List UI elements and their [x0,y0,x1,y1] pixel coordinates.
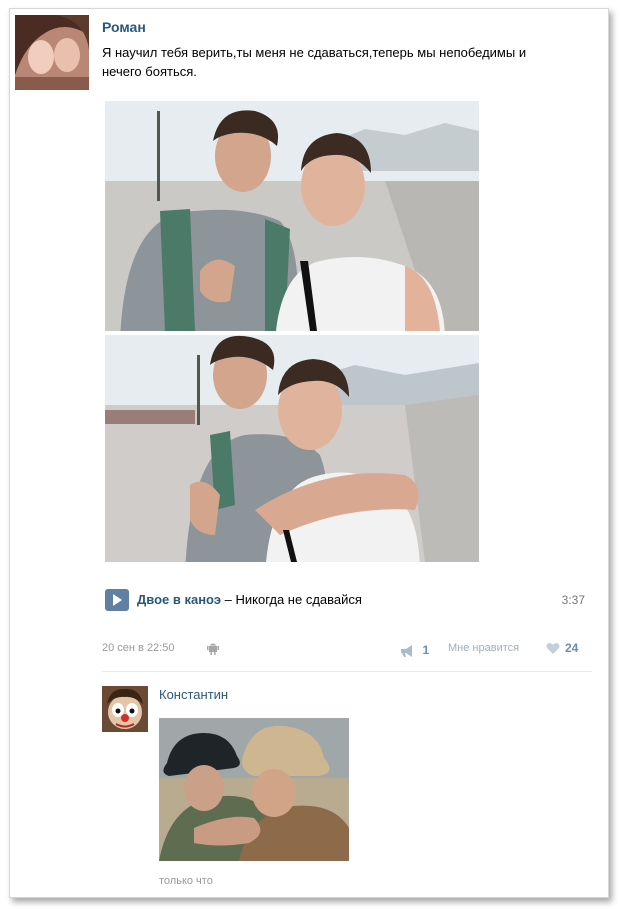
like-label[interactable]: Мне нравится [448,642,519,654]
audio-separator: – [224,592,232,607]
repost-button[interactable]: 1 [400,641,429,659]
post-photo[interactable] [105,335,479,562]
comment-author-avatar[interactable] [102,686,148,732]
post-text: Я научил тебя верить,ты меня не сдаватьс… [102,45,527,79]
audio-title[interactable]: Никогда не сдавайся [236,592,362,607]
repost-count: 1 [422,642,430,657]
audio-artist[interactable]: Двое в каноэ [137,592,221,607]
post-author-name[interactable]: Роман [102,19,146,35]
like-count: 24 [565,641,579,655]
repost-icon [400,644,416,657]
audio-attachment: Двое в каноэ – Никогда не сдавайся 3:37 [105,587,585,613]
post-photo[interactable] [105,101,479,331]
post-date[interactable]: 20 сен в 22:50 [102,642,174,654]
comment-author-name[interactable]: Константин [159,687,228,702]
audio-track-info[interactable]: Двое в каноэ – Никогда не сдавайся [137,592,362,607]
comment-photo[interactable] [159,718,349,861]
divider [102,671,592,672]
author-avatar[interactable] [15,15,89,90]
play-icon[interactable] [105,589,129,611]
heart-icon[interactable] [546,642,560,655]
android-icon [206,641,220,655]
comment-time[interactable]: только что [159,875,213,887]
post-card: Роман Я научил тебя верить,ты меня не сд… [9,8,609,898]
audio-duration: 3:37 [561,593,585,607]
